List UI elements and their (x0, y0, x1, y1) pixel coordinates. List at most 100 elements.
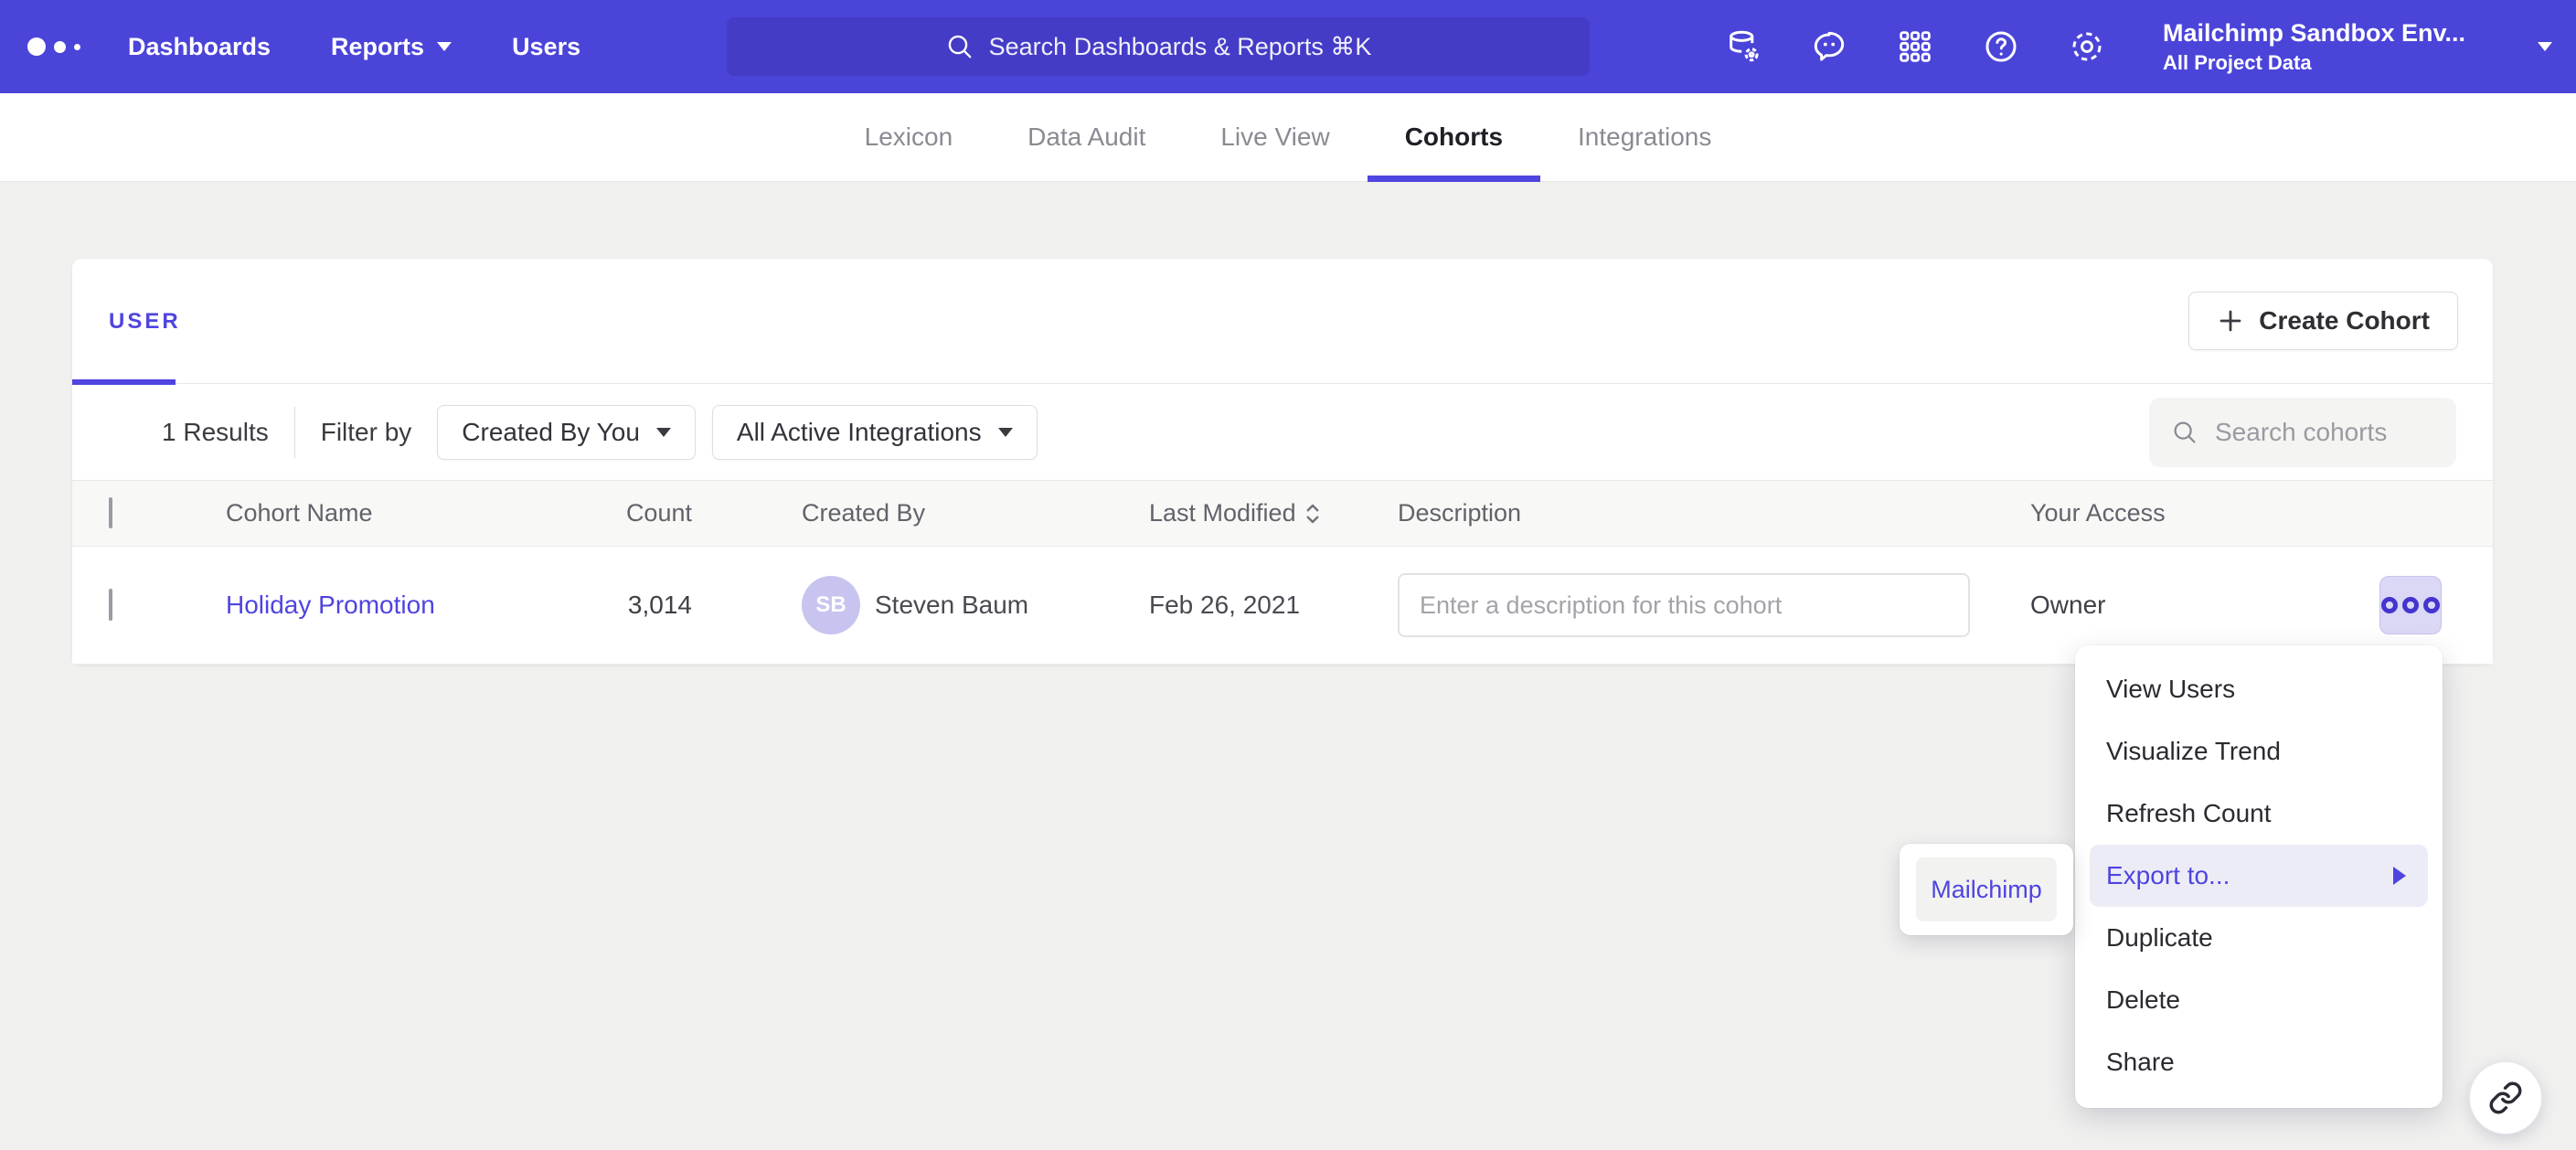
search-icon (2171, 417, 2198, 448)
dot-icon (2402, 597, 2419, 613)
create-cohort-label: Create Cohort (2259, 306, 2430, 335)
tab-integrations[interactable]: Integrations (1540, 93, 1749, 182)
col-header-your-access: Your Access (2030, 499, 2379, 527)
col-header-count: Count (564, 499, 692, 527)
menu-item-share[interactable]: Share (2090, 1031, 2428, 1093)
data-management-icon[interactable] (1724, 27, 1762, 66)
dot-icon (2381, 597, 2398, 613)
divider (294, 407, 295, 458)
copy-link-button[interactable] (2469, 1061, 2542, 1134)
search-icon (945, 32, 974, 61)
menu-item-label: View Users (2106, 675, 2235, 704)
chevron-down-icon (656, 428, 671, 437)
tab-lexicon[interactable]: Lexicon (827, 93, 991, 182)
menu-item-label: Visualize Trend (2106, 737, 2281, 766)
menu-item-label: Share (2106, 1048, 2175, 1077)
logo-dot (74, 44, 80, 50)
menu-item-label: Delete (2106, 985, 2180, 1015)
tab-label: Cohorts (1405, 122, 1503, 152)
nav-item-reports[interactable]: Reports (331, 33, 452, 61)
table-header: Cohort Name Count Created By Last Modifi… (72, 481, 2493, 547)
menu-item-refresh-count[interactable]: Refresh Count (2090, 783, 2428, 845)
top-nav: Dashboards Reports Users Search Dashboar… (0, 0, 2576, 93)
tab-live-view[interactable]: Live View (1183, 93, 1367, 182)
menu-item-label: Export to... (2106, 861, 2230, 890)
creator-name: Steven Baum (875, 591, 1028, 620)
tab-user-cohorts[interactable]: USER (72, 259, 176, 384)
tab-cohorts[interactable]: Cohorts (1368, 93, 1540, 182)
last-modified-cell: Feb 26, 2021 (1149, 591, 1398, 620)
help-icon[interactable] (1982, 27, 2020, 66)
menu-item-visualize-trend[interactable]: Visualize Trend (2090, 720, 2428, 783)
results-count: 1 Results (162, 418, 269, 447)
row-context-menu: View Users Visualize Trend Refresh Count… (2075, 645, 2443, 1108)
tab-data-audit[interactable]: Data Audit (990, 93, 1183, 182)
submenu-arrow-icon (2393, 867, 2406, 885)
col-header-cohort-name: Cohort Name (226, 499, 564, 527)
col-header-label: Last Modified (1149, 499, 1296, 527)
project-name: Mailchimp Sandbox Env... (2163, 19, 2464, 48)
dot-icon (2423, 597, 2440, 613)
menu-item-label: Duplicate (2106, 923, 2213, 953)
project-selector[interactable]: Mailchimp Sandbox Env... All Project Dat… (2163, 19, 2464, 75)
menu-item-duplicate[interactable]: Duplicate (2090, 907, 2428, 969)
sort-icon (1305, 503, 1320, 525)
project-scope: All Project Data (2163, 51, 2464, 75)
logo-dot (27, 37, 46, 56)
cohort-search-box[interactable] (2149, 398, 2456, 467)
created-by-dropdown[interactable]: Created By You (437, 405, 696, 460)
project-chevron-down-icon[interactable] (2538, 42, 2552, 51)
create-cohort-button[interactable]: Create Cohort (2188, 292, 2458, 350)
logo-dot (54, 41, 66, 53)
avatar: SB (802, 576, 860, 634)
nav-item-label: Reports (331, 33, 424, 61)
mixpanel-logo-icon[interactable] (27, 37, 99, 56)
cohort-search-input[interactable] (2215, 418, 2434, 447)
filter-by-label: Filter by (321, 418, 412, 447)
nav-item-label: Users (512, 33, 580, 61)
tab-label: Integrations (1578, 122, 1711, 152)
chevron-down-icon (998, 428, 1013, 437)
menu-item-export-to[interactable]: Export to... (2090, 845, 2428, 907)
apps-grid-icon[interactable] (1896, 27, 1934, 66)
filter-bar: 1 Results Filter by Created By You All A… (72, 384, 2493, 481)
tab-label: USER (109, 309, 181, 335)
feedback-icon[interactable] (1810, 27, 1848, 66)
dropdown-value: Created By You (462, 418, 640, 447)
col-header-description: Description (1398, 499, 2030, 527)
nav-menu: Dashboards Reports Users (128, 33, 580, 61)
row-checkbox[interactable] (109, 589, 112, 621)
col-header-created-by: Created By (692, 499, 1149, 527)
nav-item-users[interactable]: Users (512, 33, 580, 61)
col-header-last-modified[interactable]: Last Modified (1149, 499, 1398, 527)
nav-item-label: Dashboards (128, 33, 271, 61)
dropdown-value: All Active Integrations (737, 418, 982, 447)
tab-label: Live View (1220, 122, 1329, 152)
submenu-item-label: Mailchimp (1931, 876, 2042, 904)
row-actions-button[interactable] (2379, 576, 2442, 634)
global-search-placeholder: Search Dashboards & Reports ⌘K (989, 33, 1372, 61)
link-icon (2488, 1081, 2523, 1115)
nav-item-dashboards[interactable]: Dashboards (128, 33, 271, 61)
integrations-dropdown[interactable]: All Active Integrations (712, 405, 1038, 460)
settings-gear-icon[interactable] (2068, 27, 2106, 66)
cohorts-card: USER Create Cohort 1 Results Filter by C… (72, 259, 2493, 665)
cohort-count: 3,014 (564, 591, 692, 620)
menu-item-delete[interactable]: Delete (2090, 969, 2428, 1031)
data-management-tabs: Lexicon Data Audit Live View Cohorts Int… (0, 93, 2576, 182)
nav-right: Mailchimp Sandbox Env... All Project Dat… (1724, 0, 2552, 93)
plus-icon (2217, 307, 2244, 335)
export-submenu: Mailchimp (1900, 844, 2073, 935)
global-search-button[interactable]: Search Dashboards & Reports ⌘K (727, 17, 1590, 76)
cohort-type-tabs: USER Create Cohort (72, 259, 2493, 384)
menu-item-view-users[interactable]: View Users (2090, 658, 2428, 720)
cohort-name-link[interactable]: Holiday Promotion (226, 591, 435, 619)
created-by-cell: SB Steven Baum (692, 576, 1149, 634)
tab-label: Data Audit (1027, 122, 1145, 152)
description-input[interactable] (1398, 573, 1970, 637)
select-all-checkbox[interactable] (109, 497, 112, 528)
menu-item-label: Refresh Count (2106, 799, 2272, 828)
chevron-down-icon (437, 42, 452, 51)
cohorts-page: Dashboards Reports Users Search Dashboar… (0, 0, 2576, 1150)
submenu-item-mailchimp[interactable]: Mailchimp (1916, 857, 2057, 921)
